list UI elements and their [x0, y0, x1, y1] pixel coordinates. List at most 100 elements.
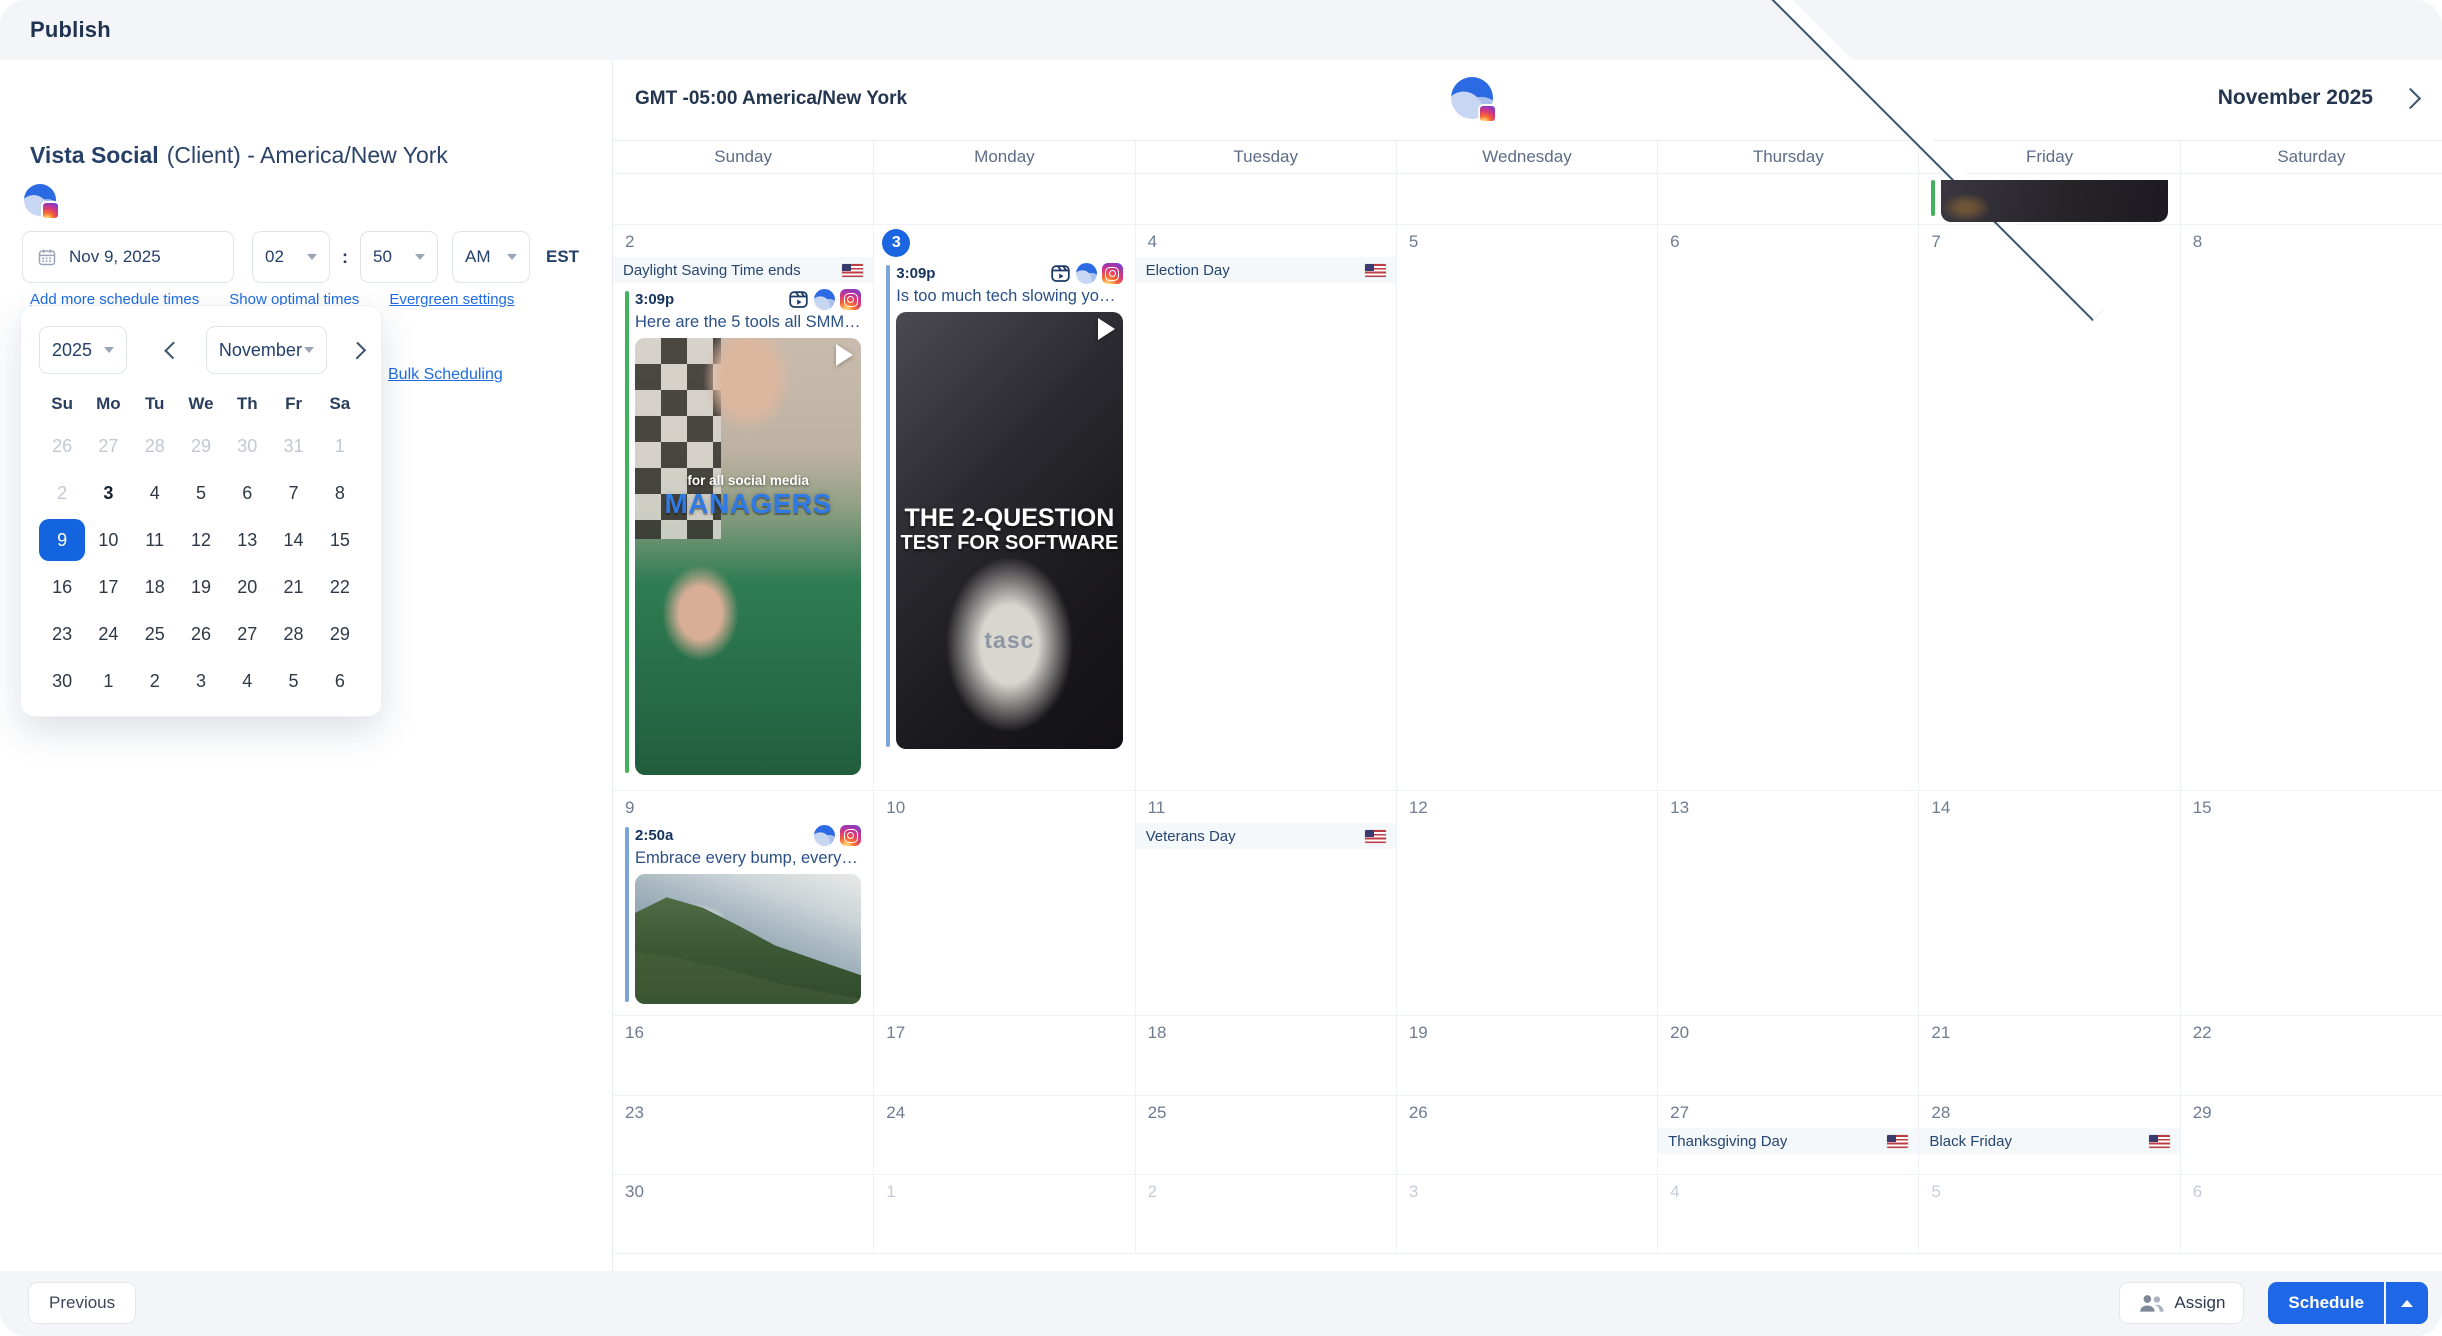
- calendar-day-cell[interactable]: 15: [2181, 791, 2442, 1015]
- year-select[interactable]: 2025: [39, 326, 127, 374]
- picker-day[interactable]: 31: [270, 425, 316, 467]
- scheduled-post[interactable]: 2:50aEmbrace every bump, every t…: [625, 825, 861, 1004]
- calendar-day-cell[interactable]: [874, 174, 1135, 224]
- next-month-icon[interactable]: [348, 341, 366, 359]
- calendar-day-cell[interactable]: 18: [1136, 1016, 1397, 1095]
- picker-day[interactable]: 6: [224, 472, 270, 514]
- calendar-day-cell[interactable]: 29: [2181, 1096, 2442, 1174]
- calendar-day-cell[interactable]: 4Election Day: [1136, 225, 1397, 790]
- picker-day[interactable]: 27: [85, 425, 131, 467]
- calendar-day-cell[interactable]: 6: [2181, 1175, 2442, 1253]
- picker-day[interactable]: 4: [132, 472, 178, 514]
- picker-day[interactable]: 28: [270, 613, 316, 655]
- hour-select[interactable]: 02: [252, 231, 330, 283]
- calendar-day-cell[interactable]: 13: [1658, 791, 1919, 1015]
- picker-day[interactable]: 15: [317, 519, 363, 561]
- picker-day[interactable]: 2: [132, 660, 178, 702]
- picker-day[interactable]: 2: [39, 472, 85, 514]
- scheduled-post-partial[interactable]: [1931, 180, 2167, 222]
- picker-day[interactable]: 21: [270, 566, 316, 608]
- picker-day[interactable]: 11: [132, 519, 178, 561]
- picker-day[interactable]: 1: [317, 425, 363, 467]
- calendar-day-cell[interactable]: 27Thanksgiving Day: [1658, 1096, 1919, 1174]
- bulk-scheduling-link[interactable]: Bulk Scheduling: [388, 366, 503, 384]
- calendar-day-cell[interactable]: [613, 174, 874, 224]
- schedule-button[interactable]: Schedule: [2268, 1282, 2384, 1324]
- post-thumbnail[interactable]: THE 2-QUESTIONTEST FOR SOFTWAREtasc: [896, 312, 1122, 749]
- picker-day[interactable]: 16: [39, 566, 85, 608]
- picker-day[interactable]: 29: [317, 613, 363, 655]
- schedule-options-button[interactable]: [2386, 1282, 2428, 1324]
- calendar-day-cell[interactable]: 16: [613, 1016, 874, 1095]
- calendar-day-cell[interactable]: 1: [874, 1175, 1135, 1253]
- picker-day[interactable]: 29: [178, 425, 224, 467]
- picker-day[interactable]: 28: [132, 425, 178, 467]
- calendar-day-cell[interactable]: [1658, 174, 1919, 224]
- assign-button[interactable]: Assign: [2119, 1282, 2244, 1324]
- previous-button[interactable]: Previous: [28, 1282, 136, 1324]
- date-input[interactable]: Nov 9, 2025: [22, 231, 234, 283]
- calendar-day-cell[interactable]: 17: [874, 1016, 1135, 1095]
- picker-day[interactable]: 10: [85, 519, 131, 561]
- calendar-day-cell[interactable]: 24: [874, 1096, 1135, 1174]
- calendar-day-cell[interactable]: 92:50aEmbrace every bump, every t…: [613, 791, 874, 1015]
- calendar-day-cell[interactable]: 23: [613, 1096, 874, 1174]
- picker-day[interactable]: 20: [224, 566, 270, 608]
- picker-day[interactable]: 27: [224, 613, 270, 655]
- calendar-day-cell[interactable]: 2: [1136, 1175, 1397, 1253]
- picker-day[interactable]: 24: [85, 613, 131, 655]
- picker-day[interactable]: 8: [317, 472, 363, 514]
- picker-day[interactable]: 5: [178, 472, 224, 514]
- calendar-day-cell[interactable]: 22: [2181, 1016, 2442, 1095]
- picker-day[interactable]: 14: [270, 519, 316, 561]
- calendar-day-cell[interactable]: 4: [1658, 1175, 1919, 1253]
- calendar-day-cell[interactable]: 6: [1658, 225, 1919, 790]
- calendar-day-cell[interactable]: [1136, 174, 1397, 224]
- picker-day[interactable]: 13: [224, 519, 270, 561]
- picker-day[interactable]: 3: [85, 472, 131, 514]
- calendar-day-cell[interactable]: [2181, 174, 2442, 224]
- calendar-day-cell[interactable]: 21: [1919, 1016, 2180, 1095]
- calendar-day-cell[interactable]: 7: [1919, 225, 2180, 790]
- meridiem-select[interactable]: AM: [452, 231, 530, 283]
- calendar-day-cell[interactable]: 5: [1397, 225, 1658, 790]
- calendar-day-cell[interactable]: 3: [1397, 1175, 1658, 1253]
- calendar-day-cell[interactable]: 30: [613, 1175, 874, 1253]
- calendar-day-cell[interactable]: [1919, 174, 2180, 224]
- calendar-day-cell[interactable]: 2Daylight Saving Time ends3:09pHere are …: [613, 225, 874, 790]
- picker-day[interactable]: 1: [85, 660, 131, 702]
- post-thumbnail[interactable]: [635, 874, 861, 1004]
- scheduled-post[interactable]: 3:09pHere are the 5 tools all SMM's …for…: [625, 289, 861, 775]
- picker-day[interactable]: 26: [178, 613, 224, 655]
- previous-month-icon[interactable]: [165, 341, 183, 359]
- calendar-day-cell[interactable]: 8: [2181, 225, 2442, 790]
- picker-day[interactable]: 4: [224, 660, 270, 702]
- post-thumbnail[interactable]: for all social mediaMANAGERS: [635, 338, 861, 775]
- picker-day[interactable]: 12: [178, 519, 224, 561]
- picker-day[interactable]: 3: [178, 660, 224, 702]
- scheduled-post[interactable]: 3:09pIs too much tech slowing you …THE 2…: [886, 263, 1122, 749]
- picker-day[interactable]: 7: [270, 472, 316, 514]
- calendar-day-cell[interactable]: 10: [874, 791, 1135, 1015]
- picker-day[interactable]: 18: [132, 566, 178, 608]
- selected-profile-chip[interactable]: [24, 184, 56, 216]
- calendar-day-cell[interactable]: 12: [1397, 791, 1658, 1015]
- picker-day[interactable]: 30: [224, 425, 270, 467]
- picker-day[interactable]: 6: [317, 660, 363, 702]
- calendar-day-cell[interactable]: 14: [1919, 791, 2180, 1015]
- calendar-day-cell[interactable]: 28Black Friday: [1919, 1096, 2180, 1174]
- calendar-day-cell[interactable]: 19: [1397, 1016, 1658, 1095]
- calendar-day-cell[interactable]: 26: [1397, 1096, 1658, 1174]
- month-select[interactable]: November: [206, 326, 327, 374]
- next-month-icon[interactable]: [2400, 87, 2421, 108]
- picker-day[interactable]: 5: [270, 660, 316, 702]
- calendar-day-cell[interactable]: [1397, 174, 1658, 224]
- picker-day[interactable]: 26: [39, 425, 85, 467]
- calendar-day-cell[interactable]: 5: [1919, 1175, 2180, 1253]
- picker-day[interactable]: 30: [39, 660, 85, 702]
- calendar-day-cell[interactable]: 33:09pIs too much tech slowing you …THE …: [874, 225, 1135, 790]
- picker-day[interactable]: 17: [85, 566, 131, 608]
- picker-day[interactable]: 19: [178, 566, 224, 608]
- picker-day[interactable]: 23: [39, 613, 85, 655]
- picker-day-selected[interactable]: 9: [39, 519, 85, 561]
